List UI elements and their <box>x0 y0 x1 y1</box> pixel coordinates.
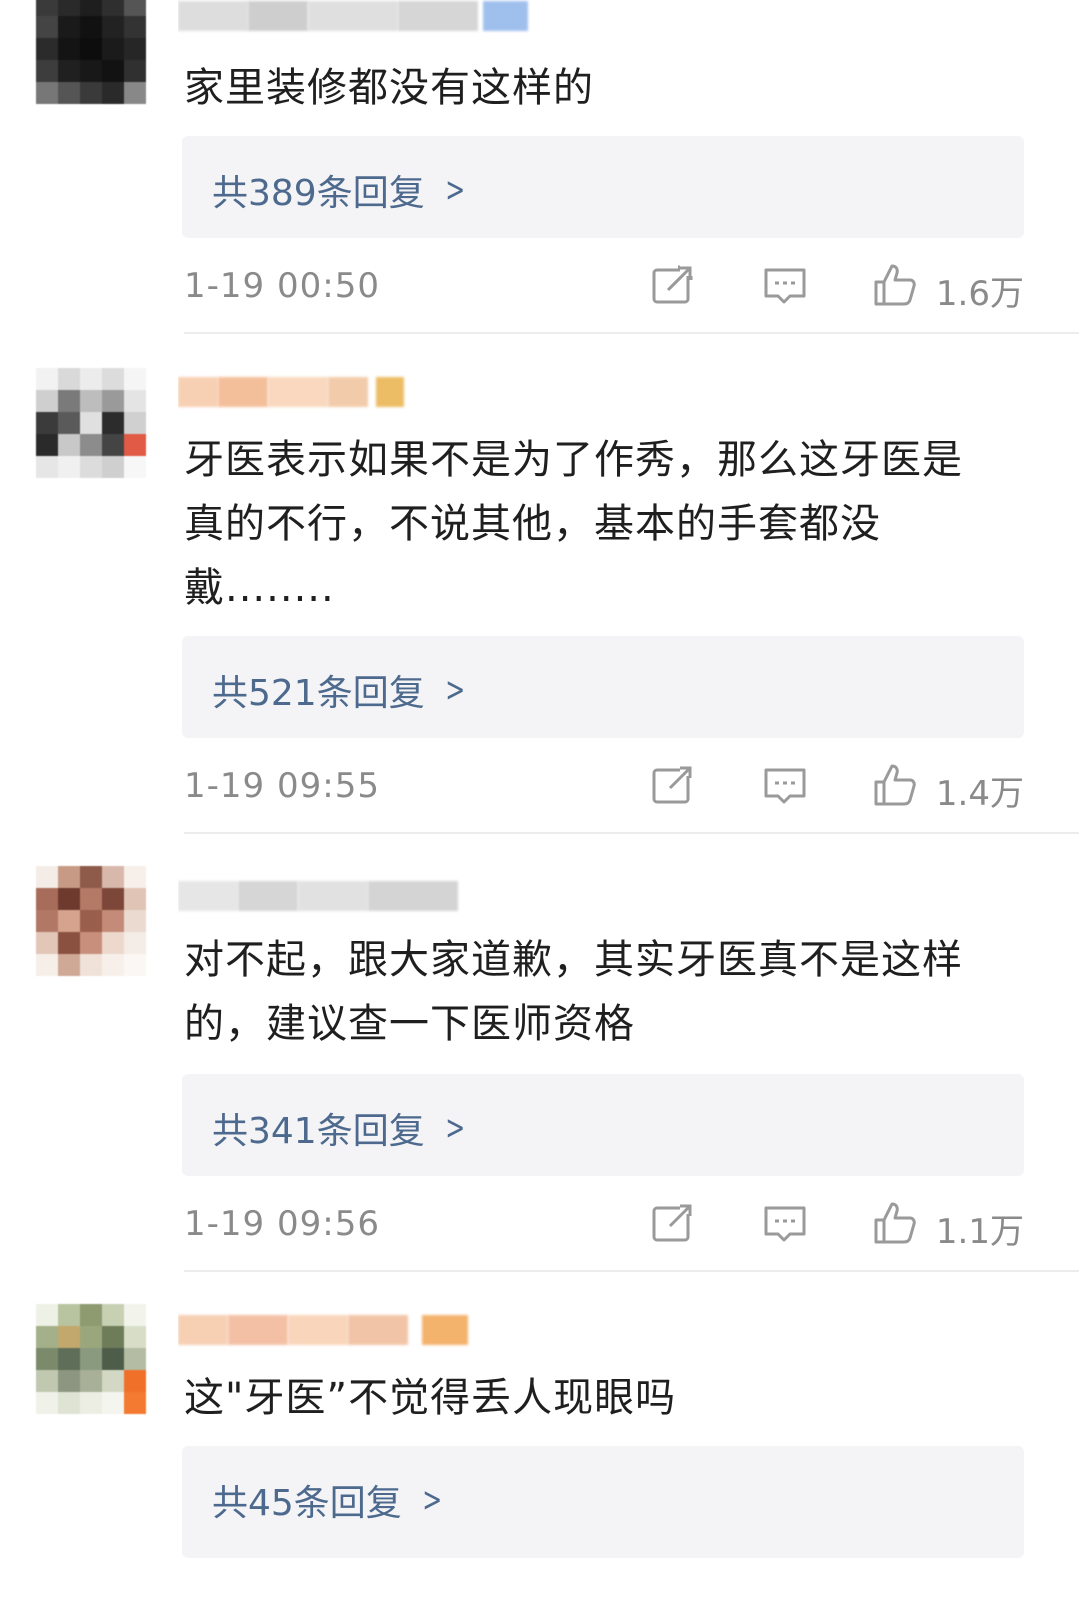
reply-count-label: 共341条回复 <box>212 1111 425 1152</box>
timestamp: 1-19 09:56 <box>184 1204 380 1244</box>
timestamp: 1-19 00:50 <box>184 266 380 306</box>
comment-meta: 1-19 09:55 1.4万 <box>184 762 1024 814</box>
like-count: 1.6万 <box>935 274 1024 314</box>
username[interactable] <box>178 876 468 916</box>
avatar[interactable] <box>36 368 146 478</box>
thumbs-up-icon[interactable] <box>872 762 918 808</box>
like-count: 1.4万 <box>935 774 1024 814</box>
divider <box>184 832 1079 834</box>
thumbs-up-icon[interactable] <box>872 262 918 308</box>
chevron-right-icon: > <box>444 170 465 210</box>
username[interactable] <box>178 1310 488 1350</box>
comment-text: 家里装修都没有这样的 <box>184 65 594 111</box>
reply-summary[interactable]: 共341条回复 > <box>182 1074 1024 1176</box>
reply-summary[interactable]: 共45条回复 > <box>182 1446 1024 1558</box>
view-replies-link[interactable]: 共45条回复 > <box>212 1474 446 1526</box>
avatar[interactable] <box>36 866 146 976</box>
view-replies-link[interactable]: 共389条回复 > <box>212 164 469 216</box>
comment-icon[interactable] <box>762 1200 808 1246</box>
thumbs-up-icon[interactable] <box>872 1200 918 1246</box>
username[interactable] <box>178 0 538 36</box>
share-icon[interactable] <box>650 262 696 308</box>
divider <box>184 1270 1079 1272</box>
chevron-right-icon: > <box>444 670 465 710</box>
comment-text: 这"牙医”不觉得丢人现眼吗 <box>184 1375 677 1421</box>
like-count: 1.1万 <box>935 1212 1024 1252</box>
comment-icon[interactable] <box>762 762 808 808</box>
view-replies-link[interactable]: 共341条回复 > <box>212 1102 469 1154</box>
reply-summary[interactable]: 共521条回复 > <box>182 636 1024 738</box>
chevron-right-icon: > <box>444 1108 465 1148</box>
timestamp: 1-19 09:55 <box>184 766 380 806</box>
share-icon[interactable] <box>650 1200 696 1246</box>
reply-count-label: 共521条回复 <box>212 673 425 714</box>
divider <box>184 332 1079 334</box>
chevron-right-icon: > <box>422 1480 443 1520</box>
comment-meta: 1-19 00:50 1.6万 <box>184 262 1024 314</box>
avatar[interactable] <box>36 1304 146 1414</box>
view-replies-link[interactable]: 共521条回复 > <box>212 664 469 716</box>
reply-summary[interactable]: 共389条回复 > <box>182 136 1024 238</box>
share-icon[interactable] <box>650 762 696 808</box>
comment-text: 对不起，跟大家道歉，其实牙医真不是这样的，建议查一下医师资格 <box>184 937 963 1047</box>
comment-icon[interactable] <box>762 262 808 308</box>
reply-count-label: 共389条回复 <box>212 173 425 214</box>
comment-meta: 1-19 09:56 1.1万 <box>184 1200 1024 1252</box>
avatar[interactable] <box>36 0 146 104</box>
comment-text: 牙医表示如果不是为了作秀，那么这牙医是真的不行，不说其他，基本的手套都没戴...… <box>184 437 963 611</box>
username[interactable] <box>178 372 418 412</box>
reply-count-label: 共45条回复 <box>212 1483 402 1524</box>
